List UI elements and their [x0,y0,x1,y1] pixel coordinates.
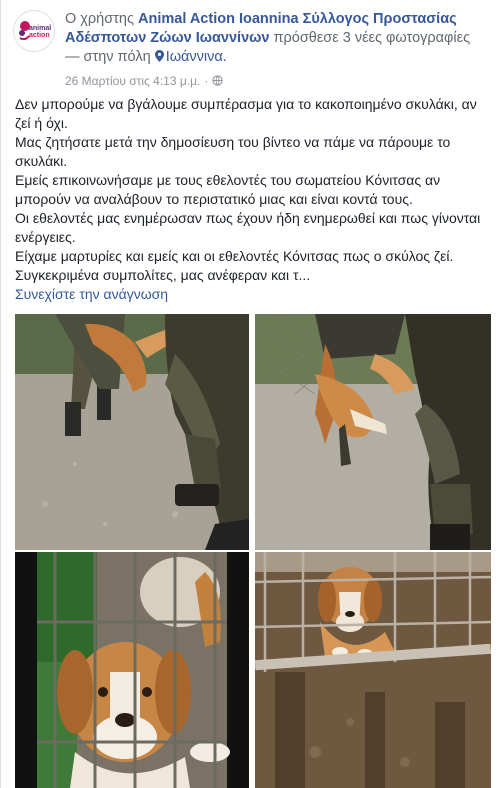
photo-4[interactable] [255,552,491,788]
location-pin-icon [154,50,164,62]
post-attribution: Ο χρήστης Animal Action Ioannina Σύλλογο… [65,10,485,67]
meta-separator: · [204,74,209,88]
photo-1[interactable] [15,314,249,550]
location-name: Ιωάννινα. [165,49,227,65]
location-prefix: — στην πόλη [65,49,151,65]
post-body: Δεν μπορούμε να βγάλουμε συμπέρασμα για … [15,95,493,304]
logo-text-line1: animal [29,25,51,32]
post-paragraph: Μας ζητήσατε μετά την δημοσίευση του βίν… [15,134,451,169]
photo-1-image [15,314,249,550]
photo-3-image [15,552,249,788]
photo-3[interactable] [15,552,249,788]
post-timestamp[interactable]: 26 Μαρτίου στις 4:13 μ.μ. [65,74,200,88]
see-more-link[interactable]: Συνεχίστε την ανάγνωση [15,286,168,302]
facebook-post: animal action Ο χρήστης Animal Action Io… [0,0,502,788]
post-paragraph: Οι εθελοντές μας ενημέρωσαν πως έχουν ήδ… [15,210,481,245]
post-paragraph: Είχαμε μαρτυρίες και εμείς και οι εθελον… [15,248,454,264]
page-avatar[interactable]: animal action [13,10,55,52]
photo-grid [15,314,491,788]
post-paragraph: Συγκεκριμένα συμπολίτες, μας ανέφεραν κα… [15,267,311,283]
attribution-prefix: Ο χρήστης [65,11,134,27]
post-paragraph: Εμείς επικοινωνήσαμε με τους εθελοντές τ… [15,172,441,207]
animal-action-logo: animal action [14,11,54,51]
post-meta: 26 Μαρτίου στις 4:13 μ.μ. · [65,74,224,88]
photo-2[interactable] [255,314,491,550]
photo-4-image [255,552,491,788]
photo-2-image [255,314,491,550]
attribution-action: πρόσθεσε 3 νέες φωτογραφίες [273,30,471,46]
logo-text-line2: action [29,32,50,39]
globe-icon[interactable] [212,75,224,86]
post-paragraph: Δεν μπορούμε να βγάλουμε συμπέρασμα για … [15,96,477,131]
location-link[interactable]: Ιωάννινα. [154,49,227,65]
